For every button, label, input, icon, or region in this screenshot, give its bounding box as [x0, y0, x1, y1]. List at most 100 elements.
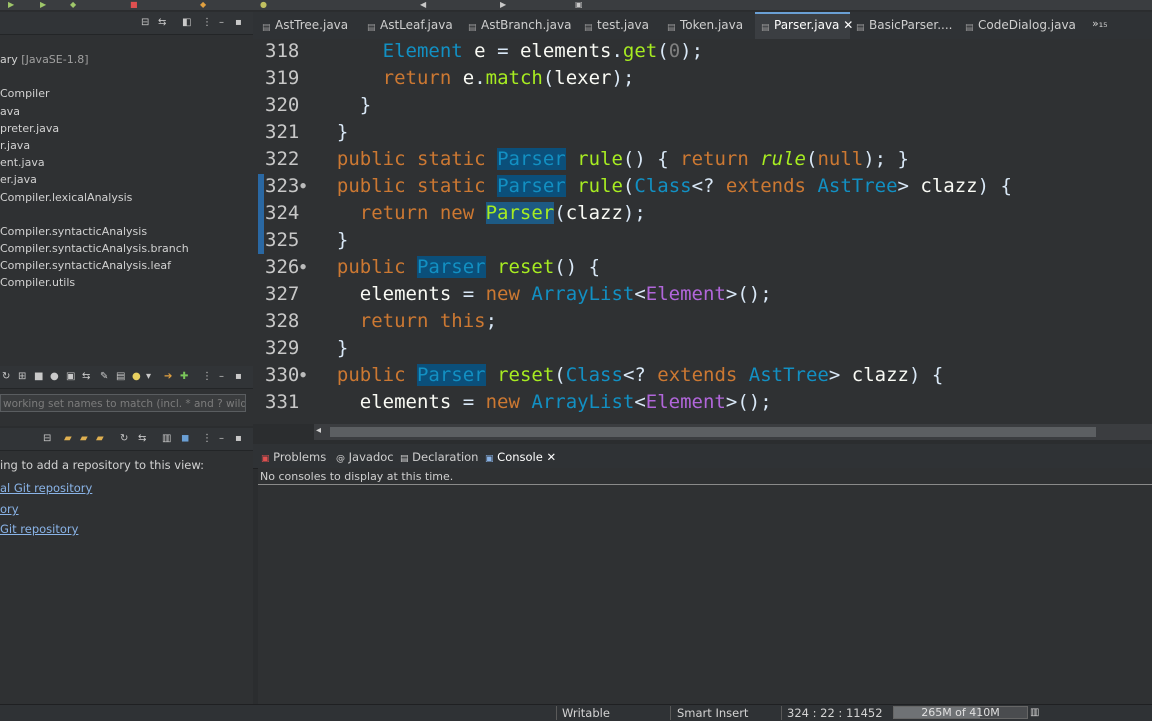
scroll-left-icon[interactable]: ◂	[316, 425, 321, 436]
collapse-all-icon[interactable]: ⊟	[141, 17, 149, 29]
maximize-icon[interactable]: ▪	[235, 371, 242, 383]
run-icon[interactable]: ▶	[8, 0, 14, 9]
collapse-icon[interactable]: ⊟	[43, 433, 51, 445]
stop-icon[interactable]: ■	[34, 371, 43, 383]
minimize-icon[interactable]: –	[219, 371, 224, 383]
tree-item[interactable]: preter.java	[0, 120, 253, 137]
view-menu-icon[interactable]: ⋮	[202, 371, 212, 383]
status-insert-mode: Smart Insert	[677, 706, 749, 720]
sync-icon[interactable]: ⇆	[82, 371, 90, 383]
tab-astleaf[interactable]: ▤ AstLeaf.java	[367, 18, 453, 33]
add-repo-icon[interactable]: ▰	[64, 433, 72, 445]
tree-item[interactable]: Compiler.utils	[0, 274, 253, 291]
layout-icon[interactable]: ▥	[162, 433, 171, 445]
minimize-icon[interactable]: –	[219, 17, 224, 29]
tab-parser[interactable]: ▤ Parser.java ✕	[761, 18, 853, 33]
create-repo-icon[interactable]: ▰	[96, 433, 104, 445]
maximize-icon[interactable]: ▪	[235, 433, 242, 445]
maximize-icon[interactable]: ▪	[235, 17, 242, 29]
tab-asttree[interactable]: ▤ AstTree.java	[262, 18, 348, 33]
java-file-icon: ▤	[367, 23, 376, 33]
tab-basicparser[interactable]: ▤ BasicParser....	[856, 18, 952, 33]
tree-item[interactable]: r.java	[0, 137, 253, 154]
console-view: No consoles to display at this time.	[258, 468, 1152, 704]
tab-token[interactable]: ▤ Token.java	[667, 18, 743, 33]
line-number: 318	[265, 40, 300, 62]
working-set-toolbar: ↻ ⊞ ■ ● ▣ ⇆ ✎ ▤ ● ▾ ➔ ✚ ⋮ – ▪	[0, 366, 253, 389]
tree-item[interactable]: Compiler.syntacticAnalysis	[0, 223, 253, 240]
working-set-filter-input[interactable]: working set names to match (incl. * and …	[0, 394, 246, 412]
tab-javadoc[interactable]: @ Javadoc	[336, 450, 394, 466]
fold-marker-icon[interactable]: ●	[300, 181, 305, 191]
refresh-icon[interactable]: ↻	[120, 433, 128, 445]
working-set-view: ↻ ⊞ ■ ● ▣ ⇆ ✎ ▤ ● ▾ ➔ ✚ ⋮ – ▪ working se…	[0, 364, 253, 426]
refresh-icon[interactable]: ↻	[2, 371, 10, 383]
java-file-icon: ▤	[856, 23, 865, 33]
wrench-icon[interactable]: ◆	[200, 0, 206, 9]
add-local-repo-link[interactable]: al Git repository	[0, 480, 92, 496]
clone-repo-icon[interactable]: ▰	[80, 433, 88, 445]
bulb-icon[interactable]: ●	[260, 0, 267, 9]
status-separator	[670, 706, 671, 720]
perspective-icon[interactable]: ▣	[575, 0, 583, 9]
globe-icon[interactable]: ●	[50, 371, 59, 383]
add-icon[interactable]: ✚	[180, 371, 188, 383]
tree-item[interactable]: Compiler.syntacticAnalysis.branch	[0, 240, 253, 257]
focus-icon[interactable]: ◧	[182, 17, 191, 29]
filter-icon[interactable]: ⊞	[18, 371, 26, 383]
line-number: 326●	[265, 256, 306, 278]
view-menu-icon[interactable]: ⋮	[202, 433, 212, 445]
close-icon[interactable]: ✕	[546, 450, 556, 464]
nav-forward-icon[interactable]: ▶	[500, 0, 506, 9]
tree-item[interactable]: ent.java	[0, 154, 253, 171]
line-number: 330●	[265, 364, 306, 386]
scrollbar-thumb[interactable]	[330, 427, 1096, 437]
code-line: }	[314, 121, 349, 143]
tree-item[interactable]	[0, 206, 253, 223]
line-number: 324	[265, 202, 300, 224]
tab-astbranch[interactable]: ▤ AstBranch.java	[468, 18, 571, 33]
tab-declaration[interactable]: ▤ Declaration	[400, 450, 478, 466]
heap-status[interactable]: 265M of 410M	[893, 706, 1028, 719]
tab-console[interactable]: ▣ Console ✕	[485, 450, 556, 466]
tree-item[interactable]: Compiler.lexicalAnalysis	[0, 189, 253, 206]
debug-icon[interactable]: ▶	[40, 0, 46, 9]
board-icon[interactable]: ▤	[116, 371, 125, 383]
code-line: public Parser reset(Class<? extends AstT…	[336, 364, 944, 386]
status-separator	[781, 706, 782, 720]
nav-icon[interactable]: ◀	[420, 0, 426, 9]
chevron-down-icon[interactable]: ▾	[146, 371, 151, 383]
clone-repo-link[interactable]: ory	[0, 501, 19, 517]
tree-item[interactable]: Compiler	[0, 85, 253, 102]
tree-item[interactable]: ava	[0, 103, 253, 120]
arrow-icon[interactable]: ➔	[164, 371, 172, 383]
status-writable: Writable	[562, 706, 610, 720]
link-editor-icon[interactable]: ⇆	[158, 17, 166, 29]
code-editor[interactable]: Element e = elements.get(0); return e.ma…	[314, 39, 1152, 424]
line-number: 321	[265, 121, 300, 143]
tree-item[interactable]: er.java	[0, 171, 253, 188]
java-file-icon: ▤	[667, 23, 676, 33]
tree-item[interactable]	[0, 68, 253, 85]
more-tabs-button[interactable]: »₁₅	[1092, 16, 1108, 31]
view-menu-icon[interactable]: ⋮	[202, 17, 212, 29]
tab-problems[interactable]: ▣ Problems	[261, 450, 326, 466]
pin-icon[interactable]: ◼	[181, 433, 189, 445]
minimize-icon[interactable]: –	[219, 433, 224, 445]
garbage-collect-icon[interactable]: ▥	[1030, 706, 1039, 720]
fold-marker-icon[interactable]: ●	[300, 370, 305, 380]
tab-test[interactable]: ▤ test.java	[584, 18, 649, 33]
stop-icon[interactable]: ■	[130, 0, 138, 9]
console-icon: ▣	[485, 454, 494, 464]
tool-icon[interactable]: ◆	[70, 0, 76, 9]
tree-item[interactable]: ary [JavaSE-1.8]	[0, 51, 253, 68]
link-editor-icon[interactable]: ⇆	[138, 433, 146, 445]
tree-item[interactable]: Compiler.syntacticAnalysis.leaf	[0, 257, 253, 274]
pencil-icon[interactable]: ✎	[100, 371, 108, 383]
fold-marker-icon[interactable]: ●	[300, 262, 305, 272]
bulb-icon[interactable]: ●	[132, 371, 141, 383]
tab-codedialog[interactable]: ▤ CodeDialog.java	[965, 18, 1076, 33]
window-icon[interactable]: ▣	[66, 371, 75, 383]
close-icon[interactable]: ✕	[843, 18, 853, 32]
create-repo-link[interactable]: Git repository	[0, 521, 78, 537]
